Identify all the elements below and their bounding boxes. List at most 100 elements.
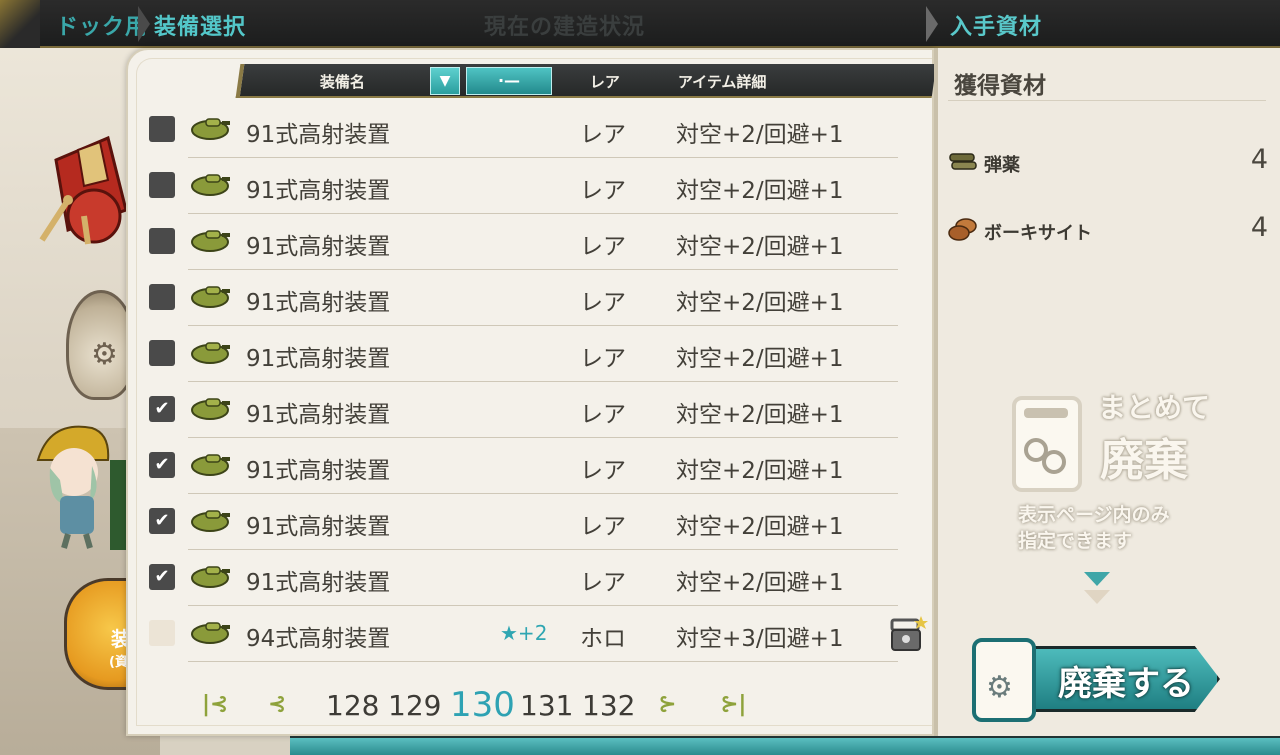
next-page-button[interactable]: ⊱ [658, 692, 676, 717]
equipment-row[interactable]: ✔ 91式高射装置 レア 対空+2/回避+1 [128, 438, 934, 494]
equipment-row[interactable]: 91式高射装置 レア 対空+2/回避+1 [128, 158, 934, 214]
bulk-label-1: まとめて [1098, 391, 1211, 424]
checkbox-checked[interactable]: ✔ [149, 396, 175, 422]
column-rarity: レア [589, 73, 620, 91]
checkbox-checked[interactable]: ✔ [149, 508, 175, 534]
equipment-detail: 対空+2/回避+1 [676, 122, 844, 148]
acquired-title: 獲得資材 [954, 73, 1046, 99]
column-detail: アイテム詳細 [677, 73, 767, 91]
top-bar: ドック用 装備選択 現在の建造状況 入手資材 [0, 0, 1280, 48]
equipment-rarity: レア [580, 234, 626, 260]
aa-director-icon [191, 118, 230, 140]
arrow-down-icon [1084, 590, 1110, 604]
resource-name: ボーキサイト [984, 223, 1092, 244]
equipment-row[interactable]: 91式高射装置 レア 対空+2/回避+1 [128, 102, 934, 158]
improvement-star: ★+2 [500, 621, 548, 645]
column-header: 装備名 ▼ ·— レア アイテム詳細 [235, 64, 937, 98]
aa-director-icon [191, 342, 230, 364]
equipment-detail: 対空+2/回避+1 [676, 346, 844, 372]
tab-equipment-select: 装備選択 [154, 15, 247, 40]
page-number[interactable]: 132 [582, 689, 635, 722]
equipment-detail: 対空+3/回避+1 [676, 626, 844, 652]
pagination: |⊰ ⊰ 128 129 130 131 132 ⊱ ⊱| [198, 685, 798, 726]
equipment-name: 91式高射装置 [246, 458, 391, 484]
page-number[interactable]: 128 [326, 689, 379, 722]
tab-dock[interactable]: ドック用 [56, 9, 148, 41]
equipment-rarity: レア [580, 458, 626, 484]
equipment-row[interactable]: 91式高射装置 レア 対空+2/回避+1 [128, 214, 934, 270]
equipment-detail: 対空+2/回避+1 [676, 570, 844, 596]
page-number[interactable]: 131 [520, 689, 573, 722]
chevron-right-icon [926, 6, 938, 42]
equipment-name: 91式高射装置 [246, 514, 391, 540]
acquired-materials-title: 入手資材 [950, 15, 1043, 40]
ammo-icon [949, 153, 977, 170]
prev-page-button[interactable]: ⊰ [268, 692, 286, 717]
scrap-button-label: 廃棄する [1058, 664, 1194, 704]
aa-director-icon [191, 454, 230, 476]
checkbox-checked[interactable]: ✔ [149, 564, 175, 590]
checkbox[interactable] [149, 340, 175, 366]
checkbox-checked[interactable]: ✔ [149, 452, 175, 478]
equipment-rarity: レア [580, 178, 626, 204]
checkbox[interactable] [149, 284, 175, 310]
equipment-name: 91式高射装置 [246, 402, 391, 428]
bottom-strip [290, 736, 1280, 755]
equipment-name: 91式高射装置 [246, 290, 391, 316]
gear-card-icon: ⚙ [972, 638, 1036, 722]
equipment-rarity: レア [580, 290, 626, 316]
sort-dropdown-button[interactable]: ▼ [430, 67, 460, 95]
build-menu-button[interactable] [38, 120, 130, 250]
checkbox[interactable] [149, 116, 175, 142]
equipment-row[interactable]: 91式高射装置 レア 対空+2/回避+1 [128, 270, 934, 326]
equipment-row[interactable]: ✔ 91式高射装置 レア 対空+2/回避+1 [128, 494, 934, 550]
equipment-detail: 対空+2/回避+1 [676, 458, 844, 484]
equipment-detail: 対空+2/回避+1 [676, 402, 844, 428]
equipment-detail: 対空+2/回避+1 [676, 234, 844, 260]
last-page-button[interactable]: ⊱| [720, 692, 746, 717]
aa-director-icon [191, 398, 230, 420]
gear-card-icon [1012, 396, 1082, 492]
equipment-row[interactable]: 91式高射装置 レア 対空+2/回避+1 [128, 326, 934, 382]
aa-director-icon [191, 230, 230, 252]
equipment-name: 91式高射装置 [246, 234, 391, 260]
bulk-note-2: 指定できます [1018, 530, 1133, 552]
checkbox[interactable] [149, 172, 175, 198]
aa-director-icon [191, 286, 230, 308]
equipment-rarity: レア [580, 570, 626, 596]
aa-director-icon [191, 174, 230, 196]
aa-director-icon [191, 622, 230, 644]
lock-icon[interactable] [888, 614, 928, 654]
filter-button[interactable]: ·— [466, 67, 552, 95]
corner-ornament [0, 0, 40, 48]
equipment-row[interactable]: 94式高射装置 ★+2 ホロ 対空+3/回避+1 [128, 606, 934, 662]
first-page-button[interactable]: |⊰ [202, 692, 228, 717]
fairy-character [36, 425, 136, 550]
equipment-list-panel: 装備名 ▼ ·— レア アイテム詳細 91式高射装置 レア 対空+2/回避+1 91式… [126, 48, 937, 736]
equipment-detail: 対空+2/回避+1 [676, 290, 844, 316]
hammer-drum-icon [39, 135, 128, 245]
scrap-button[interactable]: ⚙ 廃棄する [966, 638, 1226, 722]
resource-row-ammo: 弾薬 4 [948, 144, 1268, 178]
gear-icon: ⚙ [91, 337, 118, 372]
resource-count: 4 [1250, 212, 1268, 243]
chevron-right-icon [138, 6, 150, 42]
equipment-rarity: ホロ [580, 626, 626, 652]
aa-director-icon [191, 510, 230, 532]
current-page-number: 130 [450, 685, 515, 725]
checkbox[interactable] [149, 228, 175, 254]
bulk-note-1: 表示ページ内のみ [1018, 504, 1170, 526]
equipment-rarity: レア [580, 122, 626, 148]
aa-director-icon [191, 566, 230, 588]
page-number[interactable]: 129 [388, 689, 441, 722]
bulk-scrap-button[interactable]: まとめて 廃棄 表示ページ内のみ 指定できます [1006, 386, 1216, 566]
equipment-rarity: レア [580, 402, 626, 428]
equipment-row[interactable]: ✔ 91式高射装置 レア 対空+2/回避+1 [128, 382, 934, 438]
equipment-detail: 対空+2/回避+1 [676, 514, 844, 540]
equipment-rarity: レア [580, 514, 626, 540]
equipment-row[interactable]: ✔ 91式高射装置 レア 対空+2/回避+1 [128, 550, 934, 606]
equipment-name: 91式高射装置 [246, 122, 391, 148]
checkbox [149, 620, 175, 646]
bulk-label-2: 廃棄 [1100, 435, 1188, 486]
arrow-down-icon [1084, 572, 1110, 586]
